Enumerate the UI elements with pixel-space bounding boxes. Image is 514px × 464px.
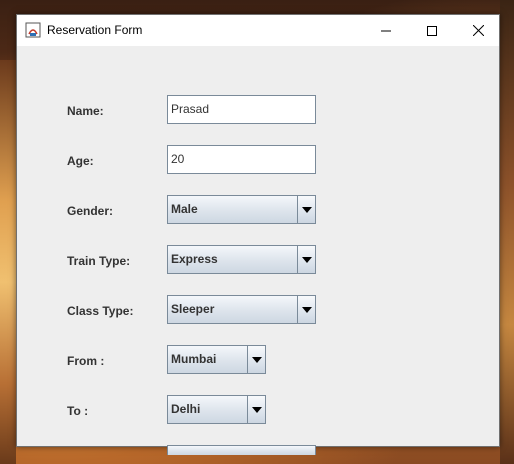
minimize-button[interactable] <box>363 15 409 46</box>
chevron-down-icon <box>251 406 262 413</box>
gender-dropdown-button[interactable] <box>297 196 315 223</box>
close-icon <box>472 25 484 36</box>
chevron-down-icon <box>301 256 312 263</box>
desktop-wallpaper-right <box>500 0 514 464</box>
name-field[interactable]: Prasad <box>167 95 316 124</box>
age-label: Age: <box>67 154 94 168</box>
to-dropdown-button[interactable] <box>247 396 265 423</box>
class-type-label: Class Type: <box>67 304 134 318</box>
age-field[interactable]: 20 <box>167 145 316 174</box>
from-selected-value: Mumbai <box>171 352 217 366</box>
from-dropdown-button[interactable] <box>247 346 265 373</box>
gender-label: Gender: <box>67 204 114 218</box>
to-label: To : <box>67 404 89 418</box>
to-selected-value: Delhi <box>171 402 201 416</box>
train-type-label: Train Type: <box>67 254 131 268</box>
reservation-window: Reservation Form Name: Prasad Age: 20 Ge… <box>16 14 500 455</box>
gender-selected-value: Male <box>171 202 198 216</box>
partially-visible-select[interactable] <box>167 445 316 455</box>
java-app-icon <box>25 22 41 38</box>
train-type-select[interactable]: Express <box>167 245 316 274</box>
gender-select[interactable]: Male <box>167 195 316 224</box>
window-title: Reservation Form <box>47 23 143 37</box>
class-type-select[interactable]: Sleeper <box>167 295 316 324</box>
desktop-wallpaper-left <box>0 60 16 464</box>
title-bar[interactable]: Reservation Form <box>17 15 499 46</box>
chevron-down-icon <box>251 356 262 363</box>
from-select[interactable]: Mumbai <box>167 345 266 374</box>
class-type-dropdown-button[interactable] <box>297 296 315 323</box>
train-type-dropdown-button[interactable] <box>297 246 315 273</box>
to-select[interactable]: Delhi <box>167 395 266 424</box>
chevron-down-icon <box>301 306 312 313</box>
from-label: From : <box>67 354 105 368</box>
class-type-selected-value: Sleeper <box>171 302 215 316</box>
maximize-icon <box>427 25 437 36</box>
chevron-down-icon <box>301 206 312 213</box>
minimize-icon <box>381 30 391 31</box>
train-type-selected-value: Express <box>171 252 218 266</box>
close-button[interactable] <box>455 15 501 46</box>
name-label: Name: <box>67 104 104 118</box>
form-panel: Name: Prasad Age: 20 Gender: Male Train … <box>17 46 499 455</box>
maximize-button[interactable] <box>409 15 455 46</box>
